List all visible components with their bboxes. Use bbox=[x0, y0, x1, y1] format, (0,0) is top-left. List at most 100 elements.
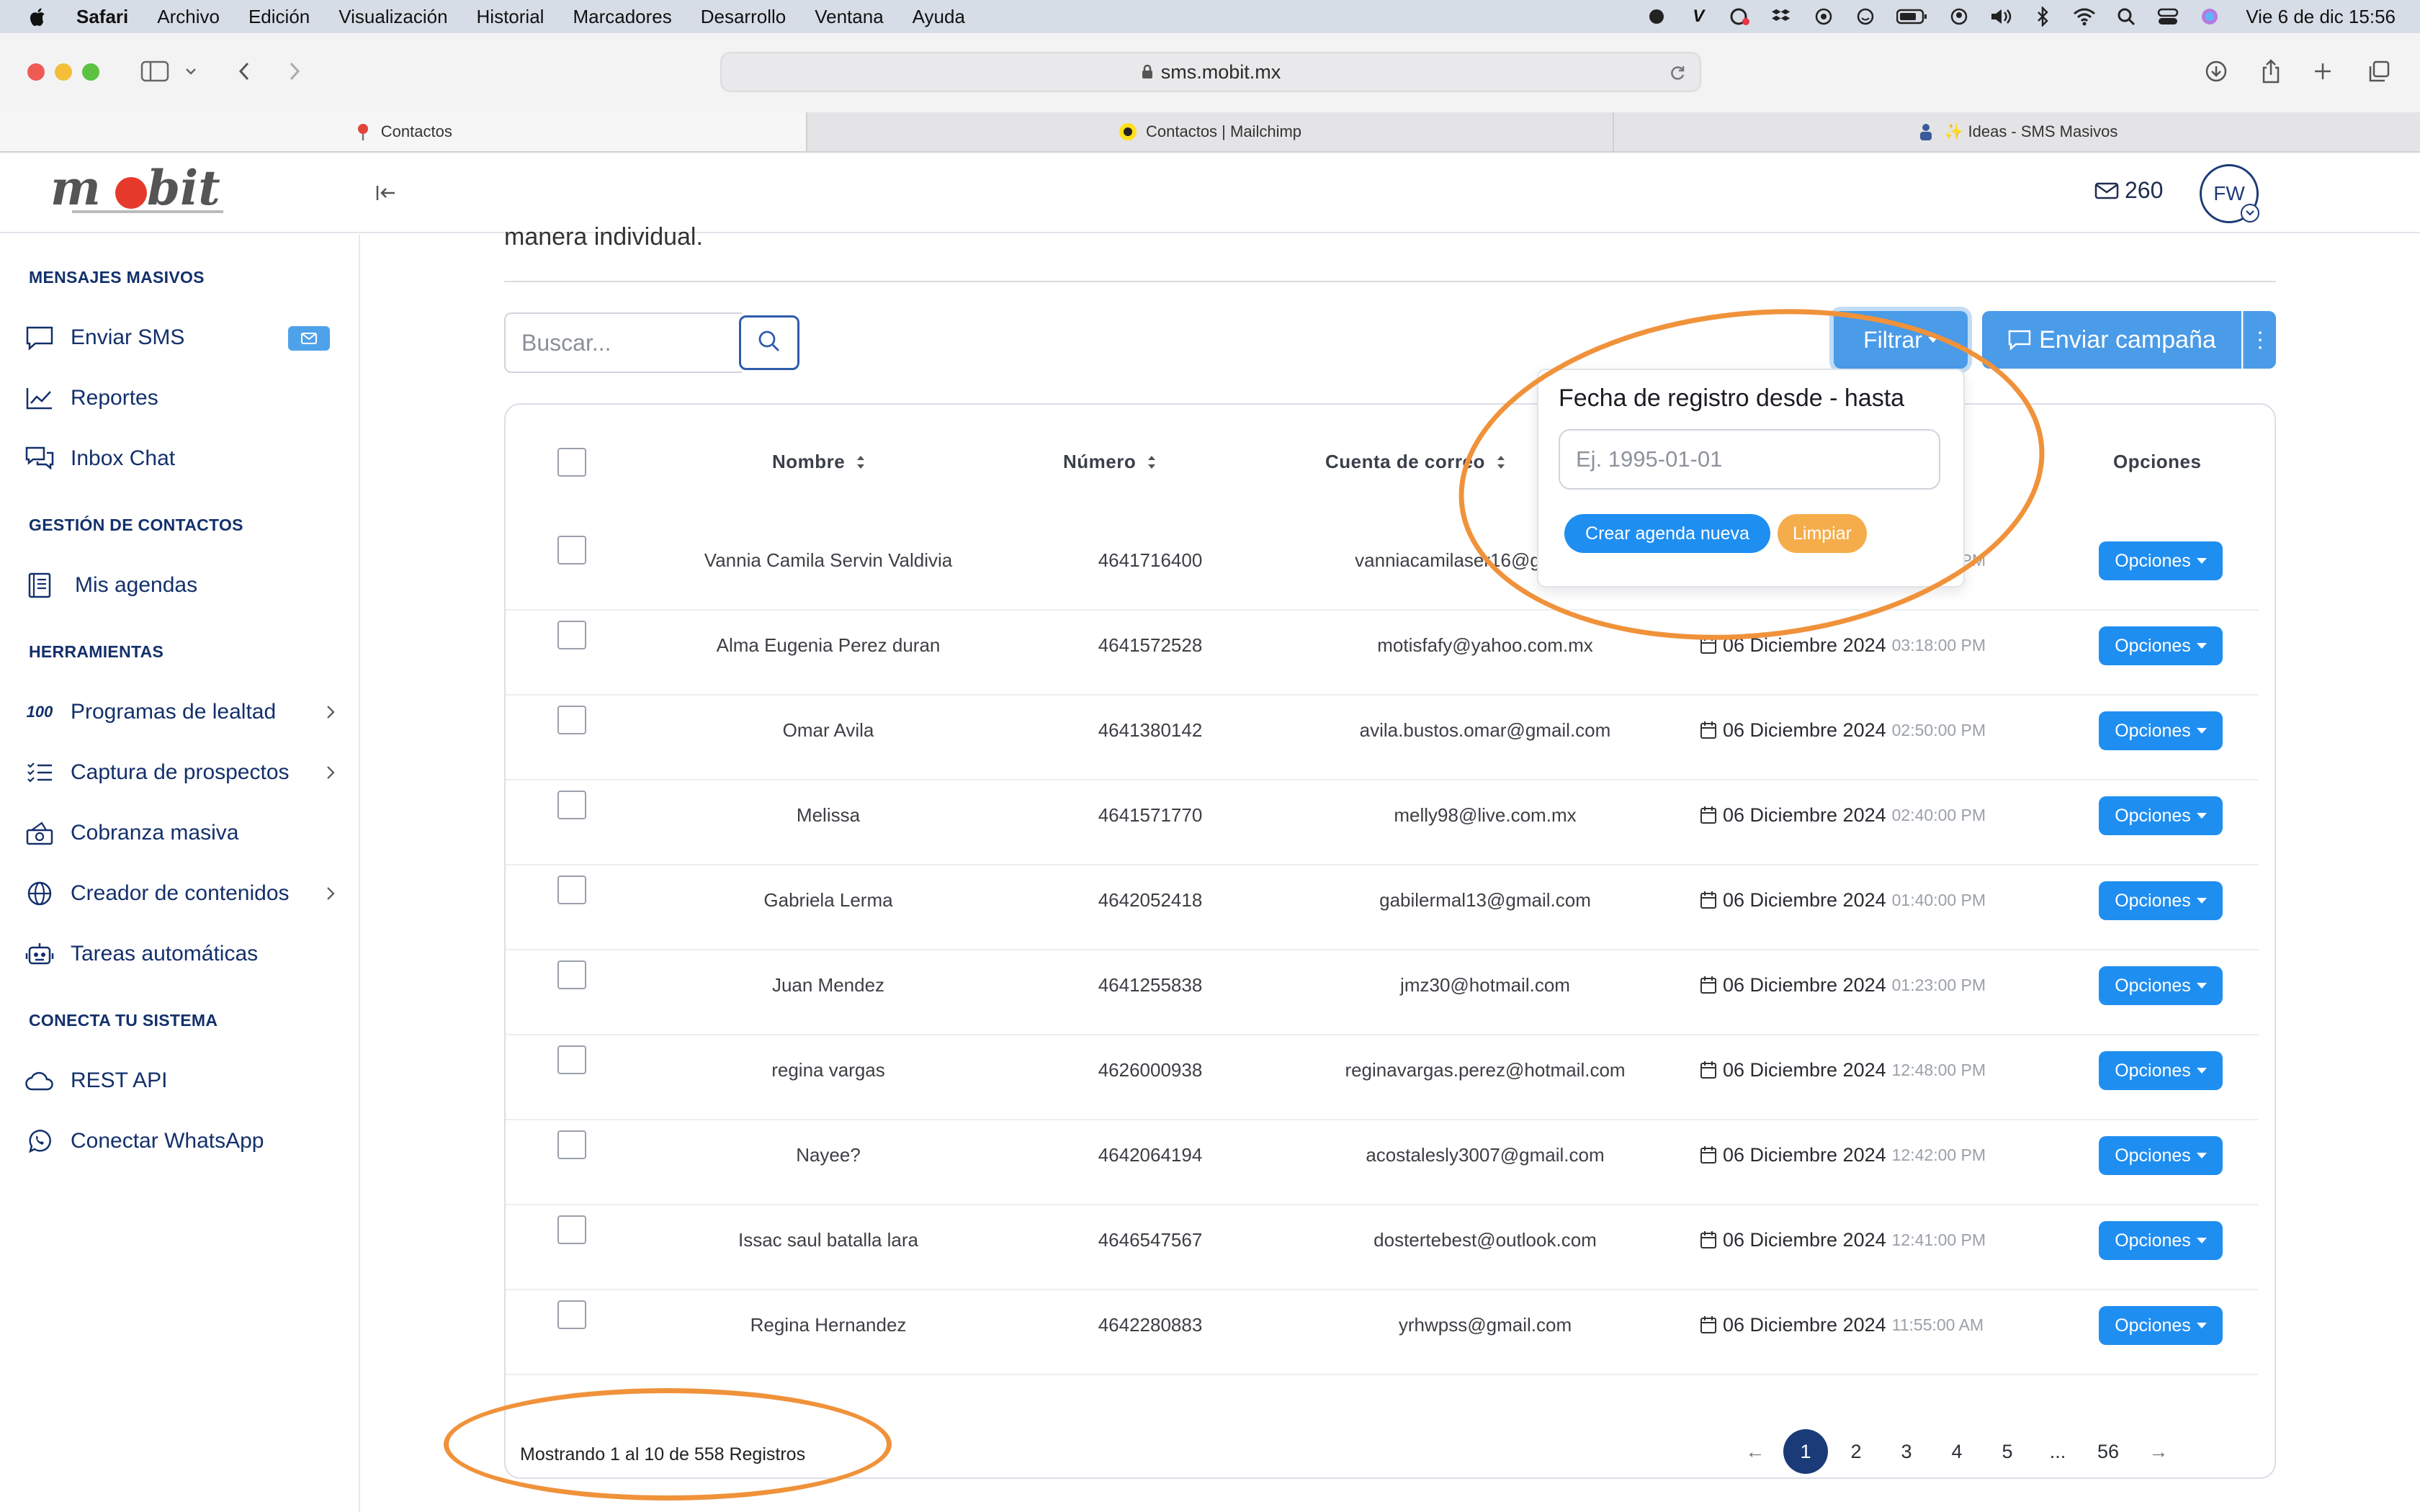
menu-item[interactable]: Desarrollo bbox=[701, 6, 786, 28]
sms-credits[interactable]: 260 bbox=[2094, 177, 2163, 204]
bluetooth-icon[interactable] bbox=[2031, 6, 2054, 27]
prev-page-button[interactable]: ← bbox=[1733, 1429, 1778, 1474]
page-button[interactable]: 1 bbox=[1783, 1429, 1828, 1474]
row-checkbox[interactable] bbox=[557, 1045, 586, 1074]
create-agenda-button[interactable]: Crear agenda nueva bbox=[1564, 514, 1770, 553]
search-button[interactable] bbox=[739, 315, 799, 370]
sidebar-item-creador-de-contenidos[interactable]: Creador de contenidos bbox=[24, 876, 341, 912]
menu-item[interactable]: Ayuda bbox=[913, 6, 965, 28]
minimize-window-button[interactable] bbox=[55, 63, 72, 81]
row-checkbox[interactable] bbox=[557, 960, 586, 989]
row-checkbox[interactable] bbox=[557, 1215, 586, 1244]
sidebar-item-programas-de-lealtad[interactable]: 100 Programas de lealtad bbox=[24, 694, 341, 730]
share-icon[interactable] bbox=[2253, 55, 2289, 88]
vimeo-icon[interactable]: V bbox=[1687, 6, 1710, 27]
spotlight-icon[interactable] bbox=[2115, 6, 2138, 27]
row-options-button[interactable]: Opciones bbox=[2099, 1136, 2223, 1175]
back-button[interactable] bbox=[226, 55, 262, 88]
battery-icon[interactable] bbox=[1896, 6, 1929, 27]
zoom-window-button[interactable] bbox=[82, 63, 99, 81]
date-range-input[interactable] bbox=[1559, 429, 1940, 490]
menubar-clock[interactable]: Vie 6 de dic 15:56 bbox=[2246, 6, 2396, 28]
sidebar-item-mis-agendas[interactable]: Mis agendas bbox=[24, 567, 341, 603]
menu-item[interactable]: Ventana bbox=[815, 6, 883, 28]
sidebar-item-cobranza-masiva[interactable]: Cobranza masiva bbox=[24, 815, 341, 851]
column-header-name[interactable]: Nombre bbox=[772, 451, 866, 473]
smiley-icon[interactable] bbox=[1854, 6, 1877, 27]
page-button[interactable]: 56 bbox=[2086, 1429, 2130, 1474]
sidebar-item-captura-de-prospectos[interactable]: Captura de prospectos bbox=[24, 755, 341, 791]
close-window-button[interactable] bbox=[27, 63, 45, 81]
reload-icon[interactable] bbox=[1667, 62, 1688, 84]
row-options-button[interactable]: Opciones bbox=[2099, 966, 2223, 1005]
row-checkbox[interactable] bbox=[557, 791, 586, 819]
clear-filter-button[interactable]: Limpiar bbox=[1778, 514, 1867, 553]
more-options-button[interactable]: ⋮ bbox=[2243, 311, 2276, 369]
page-button[interactable]: 5 bbox=[1985, 1429, 2030, 1474]
row-checkbox[interactable] bbox=[557, 1130, 586, 1159]
sidebar-item-tareas-automaticas[interactable]: Tareas automáticas bbox=[24, 936, 341, 972]
tab-contactos[interactable]: Contactos bbox=[0, 112, 806, 151]
row-checkbox[interactable] bbox=[557, 536, 586, 564]
row-checkbox[interactable] bbox=[557, 1300, 586, 1329]
menu-app-name[interactable]: Safari bbox=[76, 6, 128, 28]
tab-ideas[interactable]: ✨ Ideas - SMS Masivos bbox=[1613, 112, 2420, 151]
sidebar-item-conectar-whatsapp[interactable]: Conectar WhatsApp bbox=[24, 1123, 341, 1159]
row-options-button[interactable]: Opciones bbox=[2099, 711, 2223, 750]
row-options-button[interactable]: Opciones bbox=[2099, 1051, 2223, 1090]
sidebar-item-enviar-sms[interactable]: Enviar SMS bbox=[24, 320, 341, 356]
sidebar-item-inbox-chat[interactable]: Inbox Chat bbox=[24, 441, 341, 477]
select-all-checkbox[interactable] bbox=[557, 448, 586, 477]
chevron-down-icon[interactable] bbox=[179, 55, 203, 88]
filter-button[interactable]: Filtrar bbox=[1834, 311, 1968, 369]
forward-button[interactable] bbox=[277, 55, 313, 88]
contact-number: 4626000938 bbox=[1098, 1058, 1203, 1081]
row-options-button[interactable]: Opciones bbox=[2099, 541, 2223, 580]
wifi-icon[interactable] bbox=[2073, 6, 2096, 27]
row-options-label: Opciones bbox=[2115, 635, 2191, 656]
downloads-icon[interactable] bbox=[2198, 55, 2234, 88]
caret-down-icon bbox=[2196, 983, 2207, 989]
tab-mailchimp[interactable]: Contactos | Mailchimp bbox=[805, 112, 1613, 151]
airdrop-icon[interactable] bbox=[1812, 6, 1835, 27]
mobit-logo[interactable]: m bit bbox=[50, 160, 245, 222]
menu-item[interactable]: Archivo bbox=[157, 6, 220, 28]
creative-cloud-icon[interactable] bbox=[1729, 6, 1752, 27]
date-value: 06 Diciembre 2024 bbox=[1723, 1058, 1886, 1081]
user-icon[interactable] bbox=[1948, 6, 1971, 27]
sidebar-item-reportes[interactable]: Reportes bbox=[24, 380, 341, 416]
tab-overview-icon[interactable] bbox=[2361, 55, 2397, 88]
next-page-button[interactable]: → bbox=[2136, 1429, 2181, 1474]
search-input[interactable] bbox=[504, 312, 742, 373]
new-tab-icon[interactable] bbox=[2305, 55, 2341, 88]
apple-icon[interactable] bbox=[27, 4, 49, 29]
collapse-sidebar-button[interactable] bbox=[372, 179, 400, 207]
row-checkbox[interactable] bbox=[557, 621, 586, 649]
menu-item[interactable]: Historial bbox=[477, 6, 544, 28]
row-options-button[interactable]: Opciones bbox=[2099, 881, 2223, 920]
avatar[interactable]: FW bbox=[2200, 164, 2259, 223]
row-options-button[interactable]: Opciones bbox=[2099, 626, 2223, 665]
sidebar-toggle-button[interactable] bbox=[137, 55, 173, 88]
control-center-icon[interactable] bbox=[2156, 6, 2179, 27]
column-header-email[interactable]: Cuenta de correo bbox=[1325, 451, 1507, 473]
page-button[interactable]: 2 bbox=[1834, 1429, 1878, 1474]
row-options-button[interactable]: Opciones bbox=[2099, 1221, 2223, 1260]
menu-item[interactable]: Marcadores bbox=[573, 6, 671, 28]
sidebar-item-rest-api[interactable]: REST API bbox=[24, 1063, 341, 1099]
send-campaign-button[interactable]: Enviar campaña bbox=[1982, 311, 2241, 369]
siri-icon[interactable] bbox=[2198, 6, 2221, 27]
column-header-number[interactable]: Número bbox=[1063, 451, 1157, 473]
volume-icon[interactable] bbox=[1989, 6, 2012, 27]
row-options-button[interactable]: Opciones bbox=[2099, 1306, 2223, 1345]
page-button[interactable]: 4 bbox=[1935, 1429, 1979, 1474]
row-checkbox[interactable] bbox=[557, 876, 586, 904]
address-bar[interactable]: sms.mobit.mx bbox=[720, 52, 1701, 92]
row-checkbox[interactable] bbox=[557, 706, 586, 734]
status-app-icon[interactable] bbox=[1645, 6, 1668, 27]
row-options-button[interactable]: Opciones bbox=[2099, 796, 2223, 835]
dropbox-icon[interactable] bbox=[1770, 6, 1793, 27]
menu-item[interactable]: Visualización bbox=[339, 6, 447, 28]
page-button[interactable]: 3 bbox=[1884, 1429, 1929, 1474]
menu-item[interactable]: Edición bbox=[248, 6, 310, 28]
